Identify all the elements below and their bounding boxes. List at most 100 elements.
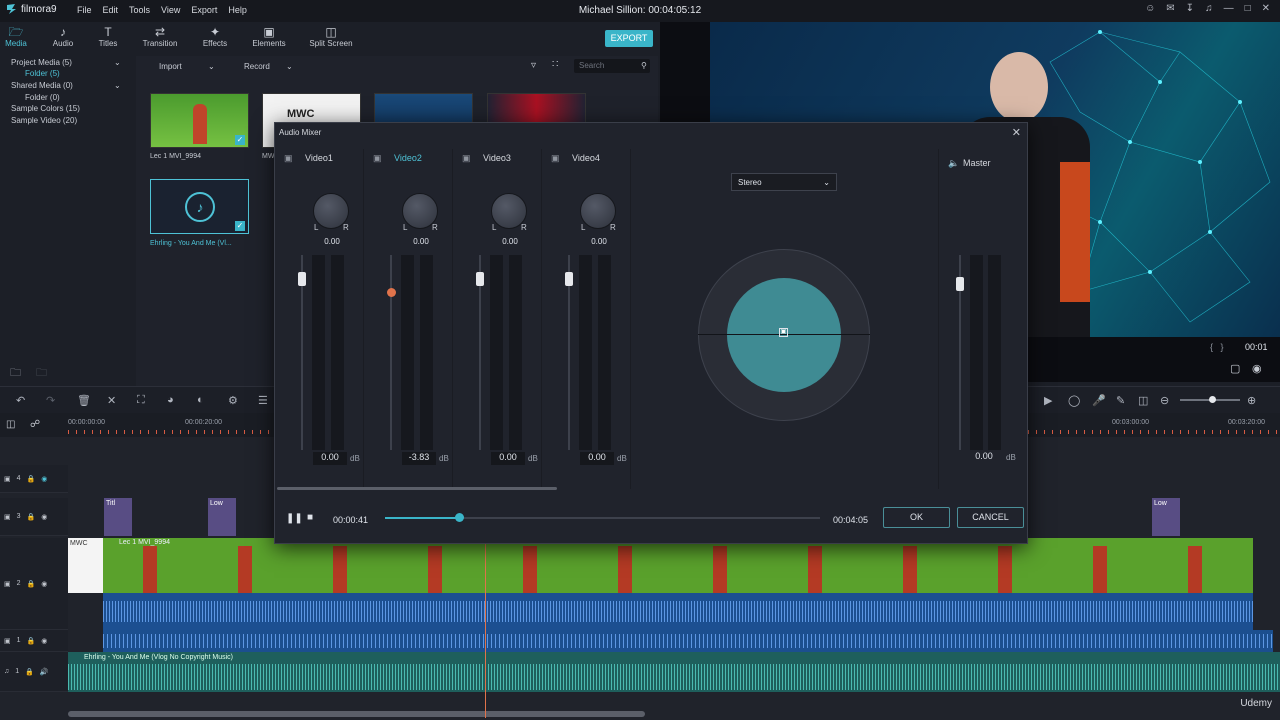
level-meter-right xyxy=(509,255,522,450)
cut-icon[interactable]: ✕ xyxy=(107,394,116,407)
snap-icon[interactable]: ◫ xyxy=(1138,394,1148,407)
account-icon[interactable]: ☺ xyxy=(1145,3,1155,14)
pan-value[interactable]: 0.00 xyxy=(319,237,345,248)
library-shared-media[interactable]: Shared Media (0) xyxy=(11,81,73,90)
zoom-slider-thumb[interactable] xyxy=(1209,396,1216,403)
volume-fader-knob[interactable] xyxy=(476,272,484,286)
stop-icon[interactable]: ■ xyxy=(307,512,313,523)
panner-handle-icon[interactable]: ▣ xyxy=(779,328,788,337)
grid-view-icon[interactable]: ∷ xyxy=(552,59,558,70)
record-dropdown[interactable]: Record xyxy=(244,62,270,71)
audio-adjust-icon[interactable]: ⚙ xyxy=(228,394,238,407)
new-folder-icon[interactable]: 🗀 xyxy=(10,364,21,383)
chevron-down-icon[interactable]: ⌄ xyxy=(114,58,121,67)
eye-icon[interactable]: ◉ xyxy=(41,580,47,588)
pan-value[interactable]: 0.00 xyxy=(497,237,523,248)
master-db-value[interactable]: 0.00 xyxy=(969,451,999,464)
mail-icon[interactable]: ✉ xyxy=(1166,3,1174,14)
pan-value[interactable]: 0.00 xyxy=(586,237,612,248)
import-dropdown[interactable]: Import xyxy=(159,62,182,71)
volume-fader-knob[interactable] xyxy=(387,288,396,297)
undo-icon[interactable]: ↶ xyxy=(16,394,25,407)
library-folder-project[interactable]: Folder (5) xyxy=(25,69,60,78)
search-icon[interactable]: ⚲ xyxy=(641,61,647,70)
volume-fader-knob[interactable] xyxy=(298,272,306,286)
close-icon[interactable]: ✕ xyxy=(1262,3,1270,14)
eye-icon[interactable]: ◉ xyxy=(41,513,47,521)
delete-icon[interactable]: 🗑 xyxy=(77,394,91,407)
marker-icon[interactable]: ◯ xyxy=(1068,394,1080,407)
notification-icon[interactable]: ♫ xyxy=(1205,3,1213,14)
zoom-out-icon[interactable]: ⊖ xyxy=(1160,394,1169,407)
tab-transition[interactable]: ⇄ Transition xyxy=(130,26,190,49)
volume-db-value[interactable]: 0.00 xyxy=(313,452,347,465)
playback-thumb[interactable] xyxy=(455,513,464,522)
redo-icon[interactable]: ↷ xyxy=(46,394,55,407)
speed-icon[interactable]: ◕ xyxy=(167,394,174,406)
title-clip[interactable]: Titl xyxy=(104,498,132,536)
tab-titles[interactable]: T Titles xyxy=(78,25,138,49)
tab-elements[interactable]: ▣ Elements xyxy=(239,26,299,49)
video-audio-waveform[interactable] xyxy=(103,593,1253,630)
close-icon[interactable]: ✕ xyxy=(1012,126,1021,139)
ok-button[interactable]: OK xyxy=(883,507,950,528)
library-project-media[interactable]: Project Media (5) xyxy=(11,58,72,67)
lock-icon[interactable]: 🔒 xyxy=(27,513,36,521)
speaker-icon[interactable]: 🔊 xyxy=(40,668,49,676)
lower-third-clip[interactable]: Low xyxy=(1152,498,1180,536)
audio-track-1[interactable] xyxy=(103,630,1273,652)
volume-db-value[interactable]: 0.00 xyxy=(491,452,525,465)
text-icon: T xyxy=(104,25,112,39)
add-track-icon[interactable]: ◫ xyxy=(6,419,15,430)
volume-db-value[interactable]: 0.00 xyxy=(580,452,614,465)
download-icon[interactable]: ↧ xyxy=(1186,3,1194,14)
stereo-mode-select[interactable]: Stereo ⌄ xyxy=(731,173,837,191)
pan-value[interactable]: 0.00 xyxy=(408,237,434,248)
zoom-in-icon[interactable]: ⊕ xyxy=(1247,394,1256,407)
snapshot-icon[interactable]: ◉ xyxy=(1252,362,1262,375)
music-clip[interactable]: Ehrling - You And Me (Vlog No Copyright … xyxy=(68,652,1280,692)
mixer-scrollbar[interactable] xyxy=(277,487,557,490)
export-button[interactable]: EXPORT xyxy=(605,30,653,47)
library-sample-colors[interactable]: Sample Colors (15) xyxy=(11,104,80,113)
voiceover-icon[interactable]: 🎤 xyxy=(1092,394,1106,407)
lock-icon[interactable]: 🔒 xyxy=(27,580,36,588)
crop-icon[interactable]: ⛶ xyxy=(137,394,145,407)
cancel-button[interactable]: CANCEL xyxy=(957,507,1024,528)
eye-icon[interactable]: ◉ xyxy=(41,475,47,483)
video-clip[interactable]: Lec 1 MVI_9994 xyxy=(103,538,1253,593)
timeline-scrollbar[interactable] xyxy=(68,711,645,717)
link-icon[interactable]: ☍ xyxy=(30,419,40,430)
folder-icon[interactable]: 🗀 xyxy=(36,364,47,383)
level-meter-left xyxy=(401,255,414,450)
media-thumb-lec1[interactable]: ✓ xyxy=(150,93,249,148)
filter-icon[interactable]: ▿ xyxy=(531,60,536,71)
master-fader-knob[interactable] xyxy=(956,277,964,291)
color-icon[interactable]: ◐ xyxy=(197,394,204,406)
volume-fader-track[interactable] xyxy=(390,255,392,450)
media-thumb-music[interactable]: ♪ ✓ xyxy=(150,179,249,234)
volume-db-value[interactable]: -3.83 xyxy=(402,452,436,465)
media-library-panel: Project Media (5) Folder (5) Shared Medi… xyxy=(0,56,135,386)
minimize-icon[interactable]: — xyxy=(1224,3,1234,14)
pause-icon[interactable]: ❚❚ xyxy=(286,513,303,524)
lock-icon[interactable]: 🔒 xyxy=(27,475,36,483)
audio-mixer-icon[interactable]: ☰ xyxy=(258,394,268,407)
mwc-clip[interactable]: MWC xyxy=(68,538,103,593)
chevron-down-icon[interactable]: ⌄ xyxy=(114,81,121,90)
lower-third-clip[interactable]: Low xyxy=(208,498,236,536)
fullscreen-icon[interactable]: ▢ xyxy=(1230,362,1240,375)
tab-effects[interactable]: ✦ Effects xyxy=(185,26,245,49)
volume-fader-knob[interactable] xyxy=(565,272,573,286)
edit-icon[interactable]: ✎ xyxy=(1116,394,1125,407)
eye-icon[interactable]: ◉ xyxy=(41,637,47,645)
lock-icon[interactable]: 🔒 xyxy=(27,637,36,645)
render-icon[interactable]: ▶ xyxy=(1044,394,1052,407)
library-sample-video[interactable]: Sample Video (20) xyxy=(11,116,77,125)
search-input[interactable]: Search xyxy=(574,59,650,73)
tab-split-screen[interactable]: ◫ Split Screen xyxy=(301,26,361,49)
marker-bracket-icon[interactable]: { } xyxy=(1210,342,1224,352)
library-folder-shared[interactable]: Folder (0) xyxy=(25,93,60,102)
maximize-icon[interactable]: □ xyxy=(1245,3,1251,14)
lock-icon[interactable]: 🔒 xyxy=(25,668,34,676)
